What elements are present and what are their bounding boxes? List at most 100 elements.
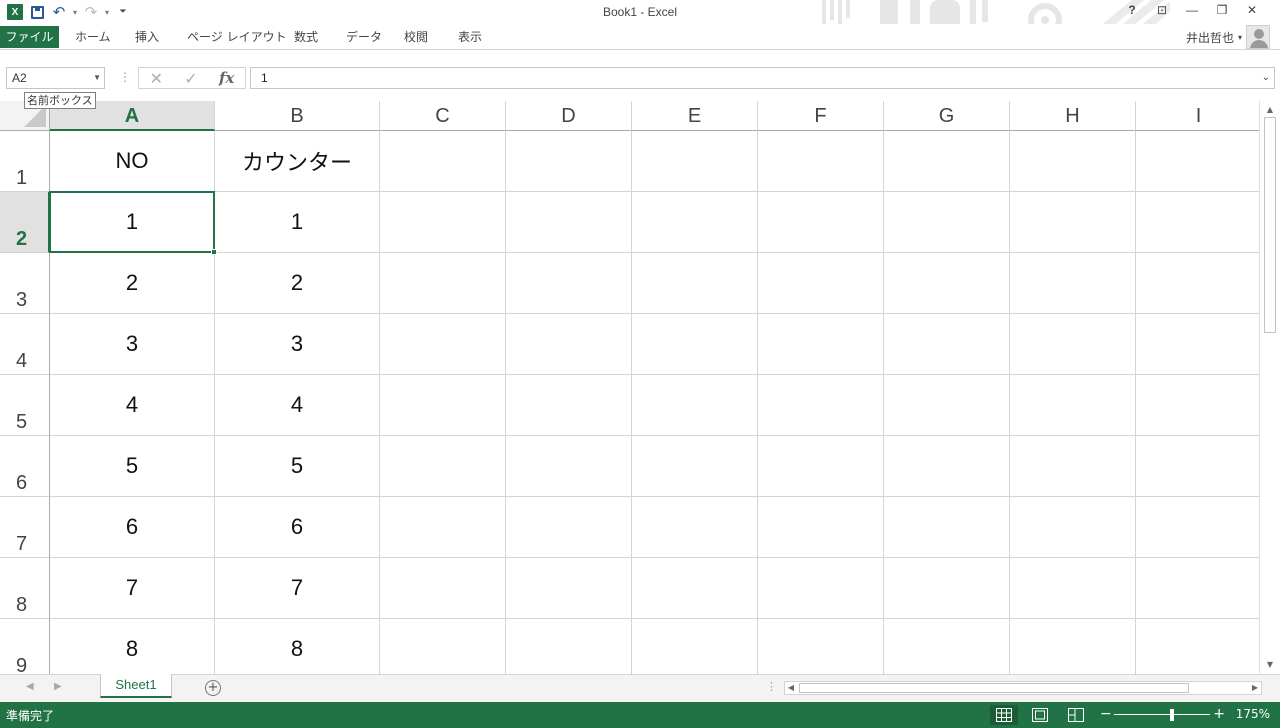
restore-button[interactable]: ❐ — [1212, 3, 1232, 17]
cell-b7[interactable]: 6 — [215, 497, 380, 558]
cell-h9[interactable] — [1010, 619, 1136, 674]
vertical-scroll-thumb[interactable] — [1264, 117, 1276, 333]
user-account[interactable]: 井出哲也 ▾ — [1186, 24, 1270, 50]
cell-g3[interactable] — [884, 253, 1010, 314]
tab-file[interactable]: ファイル — [0, 26, 59, 48]
cell-g2[interactable] — [884, 192, 1010, 253]
cell-c8[interactable] — [380, 558, 506, 619]
row-header-8[interactable]: 8 — [0, 558, 50, 619]
row-header-5[interactable]: 5 — [0, 375, 50, 436]
cell-g8[interactable] — [884, 558, 1010, 619]
cell-b8[interactable]: 7 — [215, 558, 380, 619]
cell-c5[interactable] — [380, 375, 506, 436]
cell-g7[interactable] — [884, 497, 1010, 558]
row-header-3[interactable]: 3 — [0, 253, 50, 314]
cell-c2[interactable] — [380, 192, 506, 253]
cell-c7[interactable] — [380, 497, 506, 558]
cell-d1[interactable] — [506, 131, 632, 192]
scroll-right-icon[interactable]: ▶ — [1249, 682, 1261, 694]
zoom-in-button[interactable]: + — [1213, 706, 1225, 722]
cell-i8[interactable] — [1136, 558, 1259, 619]
column-header-b[interactable]: B — [215, 101, 380, 131]
column-header-g[interactable]: G — [884, 101, 1010, 131]
cell-h4[interactable] — [1010, 314, 1136, 375]
cell-e3[interactable] — [632, 253, 758, 314]
cell-d6[interactable] — [506, 436, 632, 497]
cell-a2[interactable]: 1 — [49, 191, 215, 253]
tab-insert[interactable]: 挿入 — [127, 26, 167, 48]
cell-g4[interactable] — [884, 314, 1010, 375]
cell-f6[interactable] — [758, 436, 884, 497]
cell-i9[interactable] — [1136, 619, 1259, 674]
sheet-tab-sheet1[interactable]: Sheet1 — [100, 674, 172, 698]
cell-c1[interactable] — [380, 131, 506, 192]
row-header-7[interactable]: 7 — [0, 497, 50, 558]
expand-formula-bar-icon[interactable]: ⌄ — [1262, 68, 1270, 88]
cell-e8[interactable] — [632, 558, 758, 619]
normal-view-icon[interactable] — [990, 705, 1018, 725]
close-button[interactable]: ✕ — [1242, 3, 1262, 17]
cell-i5[interactable] — [1136, 375, 1259, 436]
column-header-e[interactable]: E — [632, 101, 758, 131]
scroll-left-icon[interactable]: ◀ — [785, 682, 797, 694]
row-header-4[interactable]: 4 — [0, 314, 50, 375]
minimize-button[interactable]: — — [1182, 3, 1202, 17]
cell-d9[interactable] — [506, 619, 632, 674]
row-header-6[interactable]: 6 — [0, 436, 50, 497]
cell-g9[interactable] — [884, 619, 1010, 674]
tab-view[interactable]: 表示 — [450, 26, 490, 48]
cell-b4[interactable]: 3 — [215, 314, 380, 375]
cell-i1[interactable] — [1136, 131, 1259, 192]
cell-e9[interactable] — [632, 619, 758, 674]
cell-d8[interactable] — [506, 558, 632, 619]
column-header-h[interactable]: H — [1010, 101, 1136, 131]
cancel-icon[interactable]: ✕ — [150, 69, 163, 88]
zoom-knob[interactable] — [1170, 709, 1174, 721]
cell-h2[interactable] — [1010, 192, 1136, 253]
cell-g1[interactable] — [884, 131, 1010, 192]
cell-c4[interactable] — [380, 314, 506, 375]
tab-review[interactable]: 校閲 — [396, 26, 436, 48]
cell-a4[interactable]: 3 — [50, 314, 215, 375]
insert-function-icon[interactable]: fx — [219, 69, 234, 87]
cell-a9[interactable]: 8 — [50, 619, 215, 674]
cell-d3[interactable] — [506, 253, 632, 314]
worksheet-grid[interactable]: A B C D E F G H I 1 NO カウンター 2 1 1 3 2 2 4 3 3 5 4 4 6 5 5 7 6 6 8 7 7 9 8… — [0, 101, 1259, 674]
cell-a8[interactable]: 7 — [50, 558, 215, 619]
zoom-level[interactable]: 175% — [1236, 707, 1270, 721]
row-header-2[interactable]: 2 — [0, 192, 50, 253]
cell-h6[interactable] — [1010, 436, 1136, 497]
cell-d4[interactable] — [506, 314, 632, 375]
cell-b5[interactable]: 4 — [215, 375, 380, 436]
prev-sheet-icon[interactable]: ◀ — [26, 681, 34, 692]
cell-g6[interactable] — [884, 436, 1010, 497]
fill-handle[interactable] — [211, 249, 217, 255]
tab-page-layout[interactable]: ページ レイアウト — [179, 26, 295, 48]
cell-h8[interactable] — [1010, 558, 1136, 619]
cell-f2[interactable] — [758, 192, 884, 253]
cell-f1[interactable] — [758, 131, 884, 192]
cell-h5[interactable] — [1010, 375, 1136, 436]
cell-a5[interactable]: 4 — [50, 375, 215, 436]
cell-a1[interactable]: NO — [50, 131, 215, 192]
tab-data[interactable]: データ — [338, 26, 390, 48]
cell-i7[interactable] — [1136, 497, 1259, 558]
cell-f9[interactable] — [758, 619, 884, 674]
column-header-c[interactable]: C — [380, 101, 506, 131]
chevron-down-icon[interactable]: ▼ — [93, 68, 101, 88]
cell-i6[interactable] — [1136, 436, 1259, 497]
cell-i4[interactable] — [1136, 314, 1259, 375]
cell-h1[interactable] — [1010, 131, 1136, 192]
cell-a6[interactable]: 5 — [50, 436, 215, 497]
cell-i3[interactable] — [1136, 253, 1259, 314]
ribbon-display-options-button[interactable]: ⊡ — [1152, 3, 1172, 17]
column-header-d[interactable]: D — [506, 101, 632, 131]
zoom-out-button[interactable]: − — [1100, 706, 1112, 722]
cell-c3[interactable] — [380, 253, 506, 314]
add-sheet-icon[interactable]: + — [205, 680, 221, 696]
page-layout-view-icon[interactable] — [1026, 705, 1054, 725]
cell-h7[interactable] — [1010, 497, 1136, 558]
scroll-down-icon[interactable]: ▼ — [1260, 658, 1280, 672]
cell-b6[interactable]: 5 — [215, 436, 380, 497]
next-sheet-icon[interactable]: ▶ — [54, 681, 62, 692]
